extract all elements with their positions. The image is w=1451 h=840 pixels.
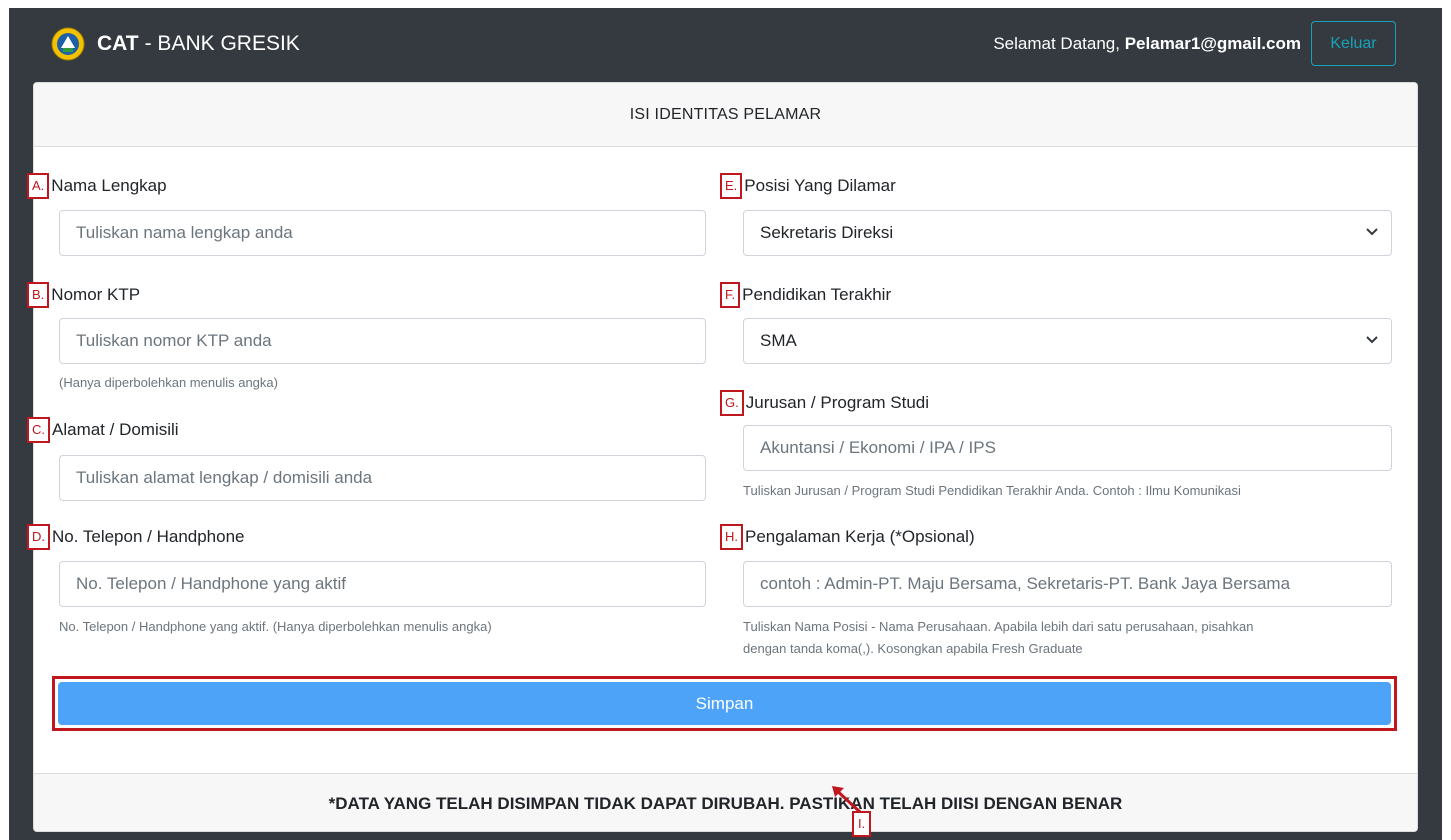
education-selected: SMA	[760, 331, 797, 350]
phone-input[interactable]: No. Telepon / Handphone yang aktif	[59, 561, 706, 607]
marker-h: H.	[720, 524, 743, 550]
marker-f: F.	[720, 282, 741, 308]
name-label-text: Nama Lengkap	[51, 176, 167, 195]
position-selected: Sekretaris Direksi	[760, 223, 894, 242]
major-label: G. Jurusan / Program Studi	[720, 389, 929, 417]
marker-e: E.	[720, 173, 743, 199]
ktp-help: (Hanya diperbolehkan menulis angka)	[59, 375, 278, 390]
marker-a: A.	[27, 173, 50, 199]
experience-help-line1: Tuliskan Nama Posisi - Nama Perusahaan. …	[743, 619, 1254, 634]
logout-button[interactable]: Keluar	[1311, 21, 1396, 66]
welcome-text: Selamat Datang,	[993, 34, 1120, 53]
marker-d: D.	[27, 524, 50, 550]
brand[interactable]: CAT - BANK GRESIK	[51, 22, 300, 66]
phone-label-text: No. Telepon / Handphone	[52, 527, 245, 546]
education-label-text: Pendidikan Terakhir	[742, 285, 892, 304]
address-input[interactable]: Tuliskan alamat lengkap / domisili anda	[59, 455, 706, 501]
address-label-text: Alamat / Domisili	[52, 420, 179, 439]
card-footer-note: *DATA YANG TELAH DISIMPAN TIDAK DAPAT DI…	[34, 773, 1417, 831]
education-label: F. Pendidikan Terakhir	[720, 281, 891, 309]
user-email: Pelamar1@gmail.com	[1124, 34, 1301, 53]
experience-label-text: Pengalaman Kerja (*Opsional)	[745, 527, 975, 546]
major-help: Tuliskan Jurusan / Program Studi Pendidi…	[743, 483, 1241, 498]
phone-label: D. No. Telepon / Handphone	[27, 523, 245, 551]
chevron-down-icon	[1366, 228, 1378, 236]
name-label: A. Nama Lengkap	[27, 172, 167, 200]
ktp-label-text: Nomor KTP	[51, 285, 141, 304]
card-title: ISI IDENTITAS PELAMAR	[34, 83, 1417, 147]
marker-g: G.	[720, 390, 744, 416]
ktp-label: B. Nomor KTP	[27, 281, 140, 309]
phone-help: No. Telepon / Handphone yang aktif. (Han…	[59, 619, 492, 634]
experience-input[interactable]: contoh : Admin-PT. Maju Bersama, Sekreta…	[743, 561, 1392, 607]
major-label-text: Jurusan / Program Studi	[745, 393, 930, 412]
education-select[interactable]: SMA	[743, 318, 1392, 364]
name-input[interactable]: Tuliskan nama lengkap anda	[59, 210, 706, 256]
brand-bold: CAT	[97, 32, 139, 55]
experience-label: H. Pengalaman Kerja (*Opsional)	[720, 523, 975, 551]
major-input[interactable]: Akuntansi / Ekonomi / IPA / IPS	[743, 425, 1392, 471]
chevron-down-icon	[1366, 336, 1378, 344]
save-button[interactable]: Simpan	[58, 682, 1391, 725]
ktp-input[interactable]: Tuliskan nomor KTP anda	[59, 318, 706, 364]
brand-text: - BANK GRESIK	[144, 32, 300, 55]
address-label: C. Alamat / Domisili	[27, 416, 179, 444]
position-label: E. Posisi Yang Dilamar	[720, 172, 896, 200]
marker-c: C.	[27, 417, 50, 443]
marker-b: B.	[27, 282, 50, 308]
marker-i: I.	[852, 811, 872, 837]
position-label-text: Posisi Yang Dilamar	[744, 176, 896, 195]
welcome-message: Selamat Datang, Pelamar1@gmail.com	[993, 34, 1301, 54]
bank-gresik-emblem-icon	[51, 27, 85, 61]
experience-help-line2: dengan tanda koma(,). Kosongkan apabila …	[743, 641, 1083, 656]
position-select[interactable]: Sekretaris Direksi	[743, 210, 1392, 256]
